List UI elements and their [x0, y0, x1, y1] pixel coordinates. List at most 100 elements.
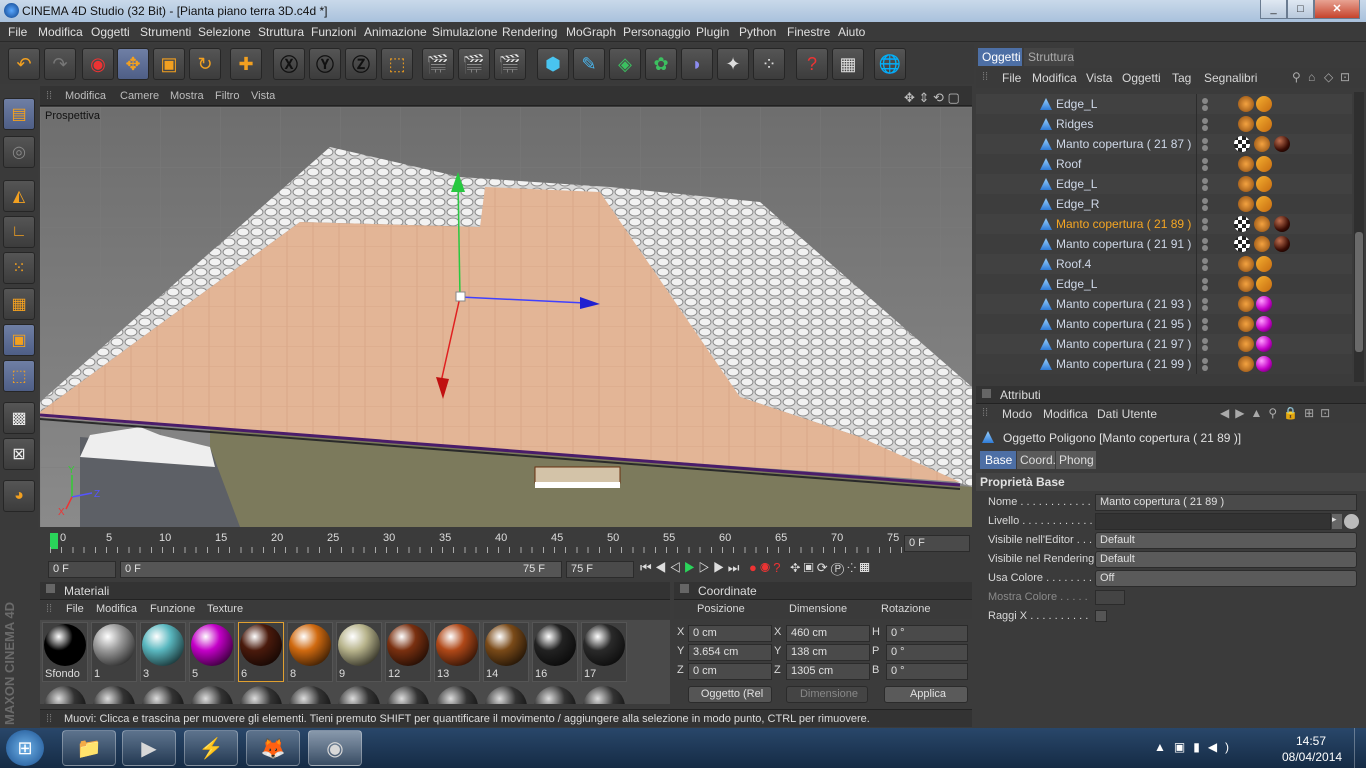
render-picture-viewer-icon[interactable]: 🎬 — [458, 48, 490, 80]
material-preview[interactable] — [44, 686, 86, 704]
start-button[interactable]: ⊞ — [6, 730, 44, 766]
material-swatch[interactable]: 8 — [287, 622, 333, 682]
restriction-tag-icon[interactable] — [1256, 96, 1272, 112]
range-slider[interactable]: 0 F 75 F — [120, 561, 562, 578]
uvw-tag-icon[interactable] — [1234, 236, 1250, 252]
render-visibility-dot[interactable] — [1202, 265, 1208, 271]
expand-icon[interactable]: ⊡ — [1340, 70, 1350, 84]
phong-tag-icon[interactable] — [1238, 116, 1254, 132]
clock-date[interactable]: 08/04/2014 — [1282, 750, 1342, 764]
pos-y-field[interactable]: 3.654 cm — [688, 644, 772, 661]
menu-file[interactable]: File — [8, 25, 27, 39]
enable-axis-icon[interactable]: ▩ — [3, 402, 35, 434]
render-visibility-dot[interactable] — [1202, 245, 1208, 251]
object-row[interactable]: Manto copertura ( 21 87 ) — [976, 134, 1352, 154]
spline-pen-icon[interactable]: ✎ — [573, 48, 605, 80]
apply-button[interactable]: Applica — [884, 686, 968, 703]
cinema4d-taskbar-icon[interactable]: ◉ — [308, 730, 362, 766]
object-name[interactable]: Manto copertura ( 21 99 ) — [1056, 357, 1191, 371]
material-tag-icon[interactable] — [1274, 136, 1290, 152]
tab-base[interactable]: Base — [980, 451, 1016, 469]
material-swatch[interactable]: 5 — [189, 622, 235, 682]
tool-taskbar-icon[interactable]: ⚡ — [184, 730, 238, 766]
material-swatch[interactable]: 3 — [140, 622, 186, 682]
subdivision-surface-icon[interactable]: ◈ — [609, 48, 641, 80]
material-swatch[interactable]: 17 — [581, 622, 627, 682]
om-menu-tag[interactable]: Tag — [1172, 71, 1191, 85]
material-preview[interactable] — [142, 686, 184, 704]
menu-funzioni[interactable]: Funzioni — [311, 25, 356, 39]
menu-mograph[interactable]: MoGraph — [566, 25, 616, 39]
current-frame-field[interactable]: 0 F — [904, 535, 970, 552]
editor-visibility-dot[interactable] — [1202, 258, 1208, 264]
material-tag-icon[interactable] — [1274, 236, 1290, 252]
size-z-field[interactable]: 1305 cm — [786, 663, 870, 680]
phong-tag-icon[interactable] — [1238, 276, 1254, 292]
phong-tag-icon[interactable] — [1238, 256, 1254, 272]
attr-menu-modifica[interactable]: Modifica — [1043, 407, 1088, 421]
viewport-menu-mostra[interactable]: Mostra — [170, 90, 204, 102]
tab-struttura[interactable]: Struttura — [1024, 48, 1074, 66]
visible-render-dropdown[interactable]: Default — [1095, 551, 1357, 568]
object-row[interactable]: Edge_L — [976, 274, 1352, 294]
edges-mode-icon[interactable]: ▦ — [3, 288, 35, 320]
phong-tag-icon[interactable] — [1254, 136, 1270, 152]
tab-coord[interactable]: Coord. — [1017, 451, 1056, 469]
material-preview[interactable] — [387, 686, 429, 704]
object-name[interactable]: Manto copertura ( 21 91 ) — [1056, 237, 1191, 251]
viewport-menu-vista[interactable]: Vista — [251, 90, 275, 102]
om-menu-vista[interactable]: Vista — [1086, 71, 1112, 85]
size-y-field[interactable]: 138 cm — [786, 644, 870, 661]
editor-visibility-dot[interactable] — [1202, 198, 1208, 204]
render-visibility-dot[interactable] — [1202, 165, 1208, 171]
menu-rendering[interactable]: Rendering — [502, 25, 557, 39]
om-menu-oggetti[interactable]: Oggetti — [1122, 71, 1161, 85]
render-visibility-dot[interactable] — [1202, 365, 1208, 371]
restriction-tag-icon[interactable] — [1256, 156, 1272, 172]
phong-tag-icon[interactable] — [1238, 196, 1254, 212]
web-browser-icon[interactable]: 🌐 — [874, 48, 906, 80]
material-preview[interactable] — [583, 686, 625, 704]
editor-visibility-dot[interactable] — [1202, 298, 1208, 304]
editor-visibility-dot[interactable] — [1202, 238, 1208, 244]
help-icon[interactable]: ? — [796, 48, 828, 80]
viewport-3d[interactable]: Y Z X Prospettiva — [40, 107, 972, 527]
object-row[interactable]: Roof — [976, 154, 1352, 174]
object-row[interactable]: Manto copertura ( 21 89 ) — [976, 214, 1352, 234]
transport-controls[interactable]: ⏮◀◁▶▷▶⏭ ●◉? ✥▣⟳Ⓟ⁘▦ — [640, 560, 970, 580]
pos-x-field[interactable]: 0 cm — [688, 625, 772, 642]
move-tool-icon[interactable]: ✥ — [117, 48, 149, 80]
rotate-tool-icon[interactable]: ↻ — [189, 48, 221, 80]
object-name[interactable]: Manto copertura ( 21 93 ) — [1056, 297, 1191, 311]
editor-visibility-dot[interactable] — [1202, 178, 1208, 184]
render-visibility-dot[interactable] — [1202, 325, 1208, 331]
sculpt-icon[interactable]: ◕ — [3, 480, 35, 512]
layer-picker-icon[interactable] — [1344, 514, 1359, 529]
object-row[interactable]: Manto copertura ( 21 93 ) — [976, 294, 1352, 314]
model-mode-icon[interactable]: ◎ — [3, 136, 35, 168]
layer-arrow-icon[interactable]: ▸ — [1332, 514, 1342, 529]
coordinate-system-icon[interactable]: ⬚ — [381, 48, 413, 80]
render-visibility-dot[interactable] — [1202, 345, 1208, 351]
eye-icon[interactable]: ◇ — [1324, 70, 1333, 84]
editor-visibility-dot[interactable] — [1202, 118, 1208, 124]
object-name[interactable]: Manto copertura ( 21 89 ) — [1056, 217, 1191, 231]
render-view-icon[interactable]: 🎬 — [422, 48, 454, 80]
material-swatch[interactable]: 13 — [434, 622, 480, 682]
minimize-button[interactable]: _ — [1260, 0, 1287, 19]
material-tag-icon[interactable] — [1274, 216, 1290, 232]
display-color-swatch[interactable] — [1095, 590, 1125, 605]
menu-struttura[interactable]: Struttura — [258, 25, 304, 39]
object-name[interactable]: Roof — [1056, 157, 1081, 171]
phong-tag-icon[interactable] — [1238, 176, 1254, 192]
attr-menu-dati-utente[interactable]: Dati Utente — [1097, 407, 1157, 421]
editor-visibility-dot[interactable] — [1202, 318, 1208, 324]
material-swatch[interactable]: 9 — [336, 622, 382, 682]
tab-oggetti[interactable]: Oggetti — [978, 48, 1022, 66]
menu-simulazione[interactable]: Simulazione — [432, 25, 497, 39]
x-axis-lock-icon[interactable]: Ⓧ — [273, 48, 305, 80]
undo-icon[interactable]: ↶ — [8, 48, 40, 80]
material-tag-icon[interactable] — [1256, 296, 1272, 312]
object-row[interactable]: Manto copertura ( 21 99 ) — [976, 354, 1352, 374]
xray-checkbox[interactable] — [1095, 610, 1107, 622]
